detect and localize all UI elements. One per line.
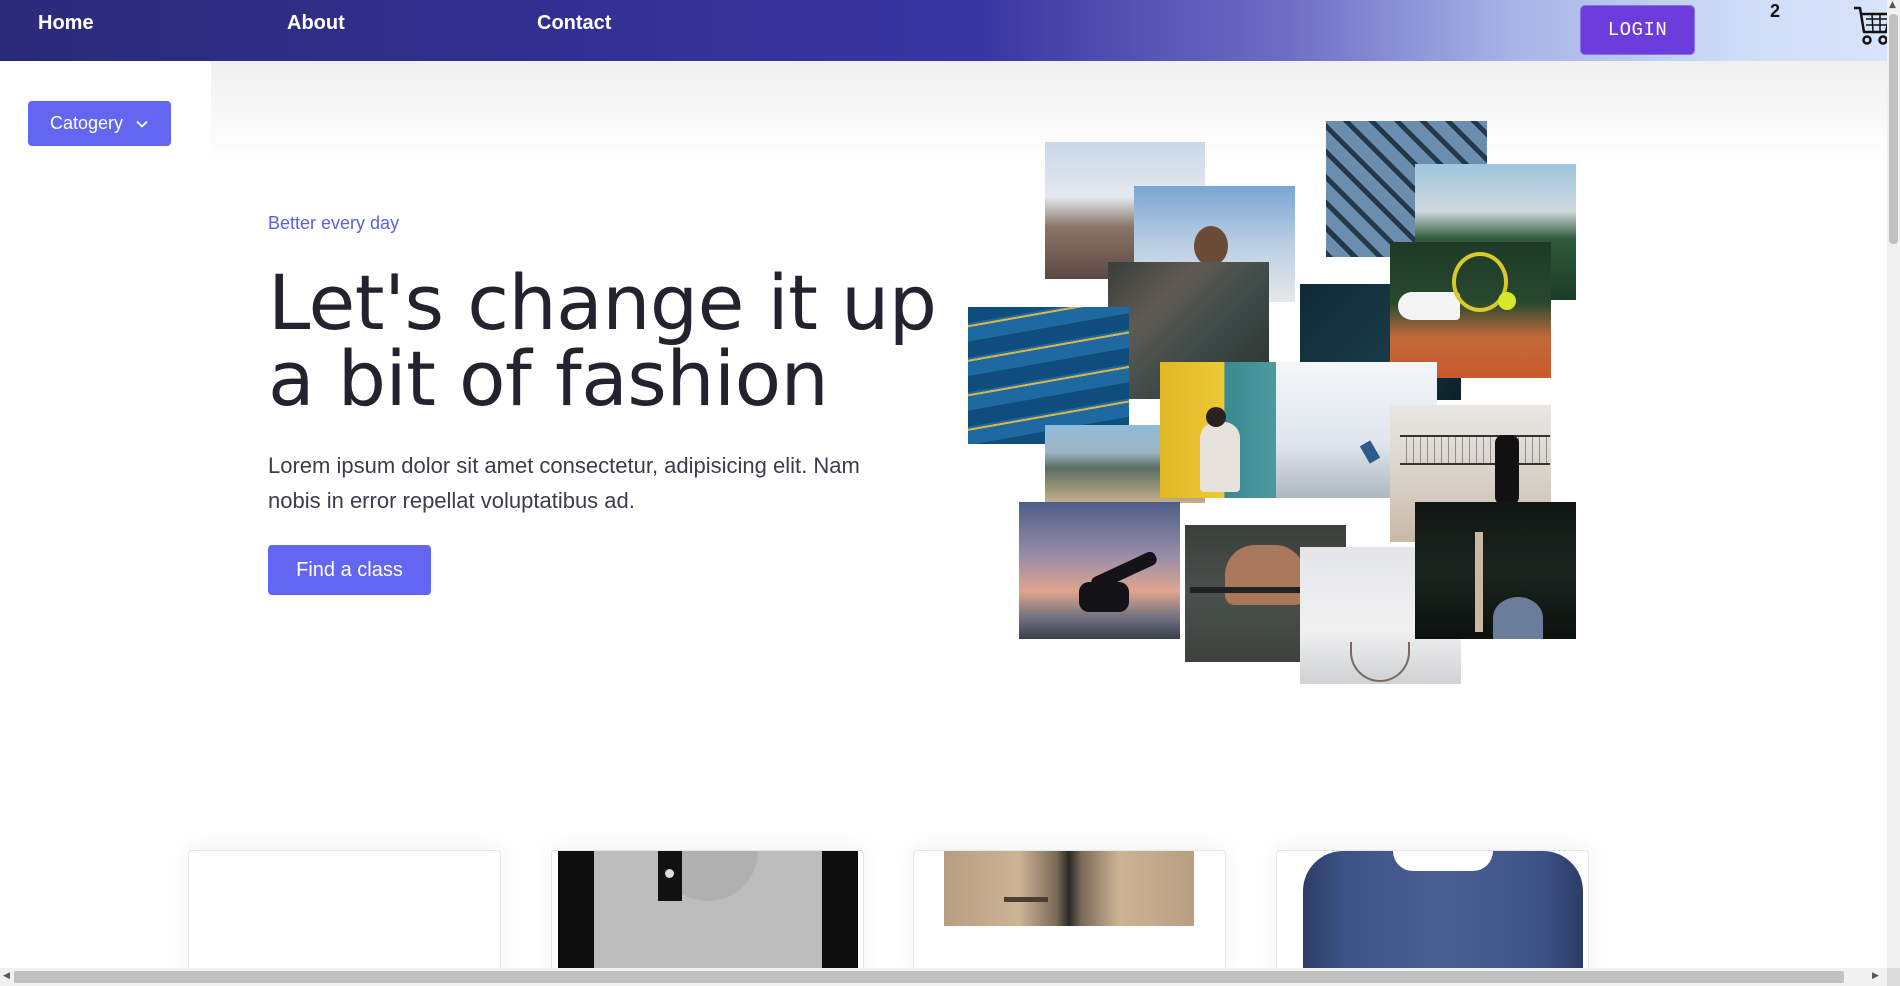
nav-link-home[interactable]: Home <box>38 12 94 35</box>
product-card[interactable] <box>551 850 864 980</box>
scrollbar-corner <box>1887 968 1900 986</box>
product-card[interactable] <box>913 850 1226 980</box>
hero-eyebrow: Better every day <box>268 213 400 233</box>
product-card[interactable] <box>188 850 501 980</box>
login-button[interactable]: LOGIN <box>1580 5 1695 55</box>
hero-headline: Let's change it up a bit of fashion <box>268 258 937 423</box>
collage-photo-yoga-sunset <box>1019 502 1180 639</box>
collage-photo-climbing-wall <box>1160 362 1276 498</box>
horizontal-scrollbar[interactable]: ◀ ▶ <box>0 968 1887 986</box>
product-image-blue-sweater <box>1303 851 1583 979</box>
scroll-left-icon[interactable]: ◀ <box>3 971 10 981</box>
product-image-trench-coat <box>944 851 1194 926</box>
page: Home About Contact LOGIN 2 Catogery Bett… <box>0 0 1900 986</box>
category-label: Catogery <box>49 113 124 133</box>
vertical-scrollbar[interactable]: ▲ <box>1887 0 1900 968</box>
collage-photo-swimming-pool <box>968 307 1129 444</box>
sidebar: Catogery <box>0 61 211 151</box>
category-dropdown-button[interactable]: Catogery <box>28 101 171 146</box>
scroll-right-icon[interactable]: ▶ <box>1872 971 1879 981</box>
nav-link-about[interactable]: About <box>287 12 345 35</box>
collage-photo-tennis-shoe <box>1390 242 1551 378</box>
cart-count-badge: 2 <box>1770 1 1781 21</box>
collage-photo-dark-forest <box>1415 502 1576 639</box>
top-navbar: Home About Contact LOGIN 2 <box>0 0 1892 61</box>
find-class-button[interactable]: Find a class <box>268 545 431 595</box>
nav-link-contact[interactable]: Contact <box>537 12 611 35</box>
scroll-up-icon[interactable]: ▲ <box>1889 0 1896 10</box>
vertical-scrollbar-thumb[interactable] <box>1889 14 1898 244</box>
hero-lead: Lorem ipsum dolor sit amet consectetur, … <box>268 453 860 513</box>
chevron-down-icon <box>136 120 148 128</box>
product-card[interactable] <box>1276 850 1589 980</box>
shopping-cart-icon[interactable] <box>1852 2 1892 48</box>
product-image-raglan-shirt <box>558 851 858 979</box>
horizontal-scrollbar-thumb[interactable] <box>14 971 1844 983</box>
